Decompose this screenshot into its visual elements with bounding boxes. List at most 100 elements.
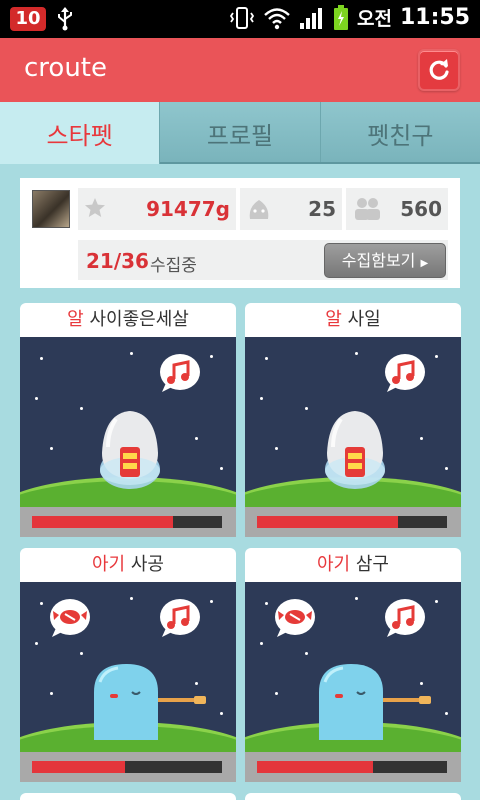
pet-progress-fill (257, 761, 373, 773)
notification-badge: 10 (10, 7, 46, 31)
pet-card-partial[interactable] (245, 793, 461, 800)
pet-progress-area (20, 507, 236, 537)
pet-progress-area (20, 752, 236, 782)
star-dot (435, 600, 438, 603)
people-icon (355, 198, 380, 220)
music-bubble-icon (160, 599, 200, 637)
ghost-pet-icon (94, 664, 206, 740)
pet-stage: 알 (325, 309, 342, 330)
pet-card[interactable]: 아기 삼구 (245, 548, 461, 782)
app-bar: croute (0, 38, 480, 102)
star-dot (420, 437, 423, 440)
star-dot (445, 467, 448, 470)
battery-icon (334, 4, 348, 30)
refresh-button[interactable] (418, 49, 460, 91)
pet-scene (245, 582, 461, 752)
tab-divider (160, 162, 480, 164)
pet-progress-bar (32, 761, 222, 773)
star-dot (40, 602, 43, 605)
pet-card-title: 알 사일 (245, 303, 461, 337)
star-dot (265, 602, 268, 605)
pet-card[interactable]: 아기 사공 (20, 548, 236, 782)
star-dot (210, 600, 213, 603)
star-dot (40, 357, 43, 360)
star-dot (35, 642, 38, 645)
avatar[interactable] (32, 190, 70, 228)
star-dot (130, 597, 133, 600)
star-dot (305, 652, 308, 655)
pet-stage: 아기 (92, 554, 126, 575)
collection-count: 21/36 (86, 249, 149, 273)
star-dot (50, 447, 53, 450)
status-bar: 10 오전 11:55 (0, 0, 480, 38)
view-collection-label: 수집함보기 (341, 251, 416, 270)
pet-card-partial[interactable] (20, 793, 236, 800)
pet-progress-fill (32, 761, 125, 773)
vibrate-icon (229, 6, 255, 29)
pet-progress-bar (32, 516, 222, 528)
star-dot (130, 352, 133, 355)
star-dot (305, 407, 308, 410)
star-dot (275, 692, 278, 695)
pet-card-title: 아기 사공 (20, 548, 236, 582)
pet-card[interactable]: 알 사이좋은세살 (20, 303, 236, 537)
tab-pet-friends[interactable]: 펫친구 (319, 102, 480, 164)
wifi-icon (264, 7, 290, 29)
pet-scene (20, 582, 236, 752)
star-dot (435, 355, 438, 358)
star-dot (80, 652, 83, 655)
collection-row: 21/36 수집중 수집함보기 ▶ (78, 240, 448, 280)
pet-progress-bar (257, 761, 447, 773)
egg-pet-icon (100, 411, 160, 489)
tab-profile[interactable]: 프로필 (159, 102, 320, 164)
usb-icon (58, 7, 72, 31)
pet-scene (20, 337, 236, 507)
star-dot (195, 437, 198, 440)
pet-name: 사일 (347, 309, 381, 330)
status-clock: 11:55 (399, 5, 470, 30)
friends-stat: 560 (346, 188, 448, 230)
app-title: croute (24, 53, 107, 83)
tab-starpet[interactable]: 스타펫 (0, 102, 160, 164)
pet-card-title: 알 사이좋은세살 (20, 303, 236, 337)
pet-progress-fill (32, 516, 173, 528)
star-dot (35, 397, 38, 400)
refresh-icon (429, 59, 449, 80)
pet-progress-fill (257, 516, 398, 528)
music-bubble-icon (385, 599, 425, 637)
ghost-pet-icon (319, 664, 431, 740)
likes-stat: 25 (240, 188, 342, 230)
pet-face-icon (249, 200, 269, 219)
collection-label: 수집중 (150, 256, 197, 276)
pet-progress-area (245, 507, 461, 537)
candy-bubble-icon (50, 599, 90, 637)
points-value: 91477g (146, 197, 230, 221)
pet-stage: 알 (67, 309, 84, 330)
star-dot (80, 407, 83, 410)
pet-progress-bar (257, 516, 447, 528)
pet-progress-area (245, 752, 461, 782)
star-dot (50, 692, 53, 695)
pet-name: 삼구 (355, 554, 389, 575)
profile-card: 91477g 25 560 21/36 수집중 수집함보기 ▶ (20, 178, 460, 288)
star-dot (355, 597, 358, 600)
pet-scene (245, 337, 461, 507)
view-collection-button[interactable]: 수집함보기 ▶ (324, 243, 446, 278)
star-dot (220, 712, 223, 715)
play-arrow-icon: ▶ (420, 258, 429, 269)
music-bubble-icon (385, 354, 425, 392)
star-dot (355, 352, 358, 355)
pet-name: 사이좋은세살 (89, 309, 189, 330)
star-dot (260, 642, 263, 645)
star-dot (210, 355, 213, 358)
egg-pet-icon (325, 411, 385, 489)
signal-icon (300, 7, 322, 29)
friends-value: 560 (400, 197, 442, 221)
pet-card-title: 아기 삼구 (245, 548, 461, 582)
pet-card[interactable]: 알 사일 (245, 303, 461, 537)
star-dot (265, 357, 268, 360)
candy-bubble-icon (275, 599, 315, 637)
likes-value: 25 (308, 197, 336, 221)
music-bubble-icon (160, 354, 200, 392)
star-dot (260, 397, 263, 400)
